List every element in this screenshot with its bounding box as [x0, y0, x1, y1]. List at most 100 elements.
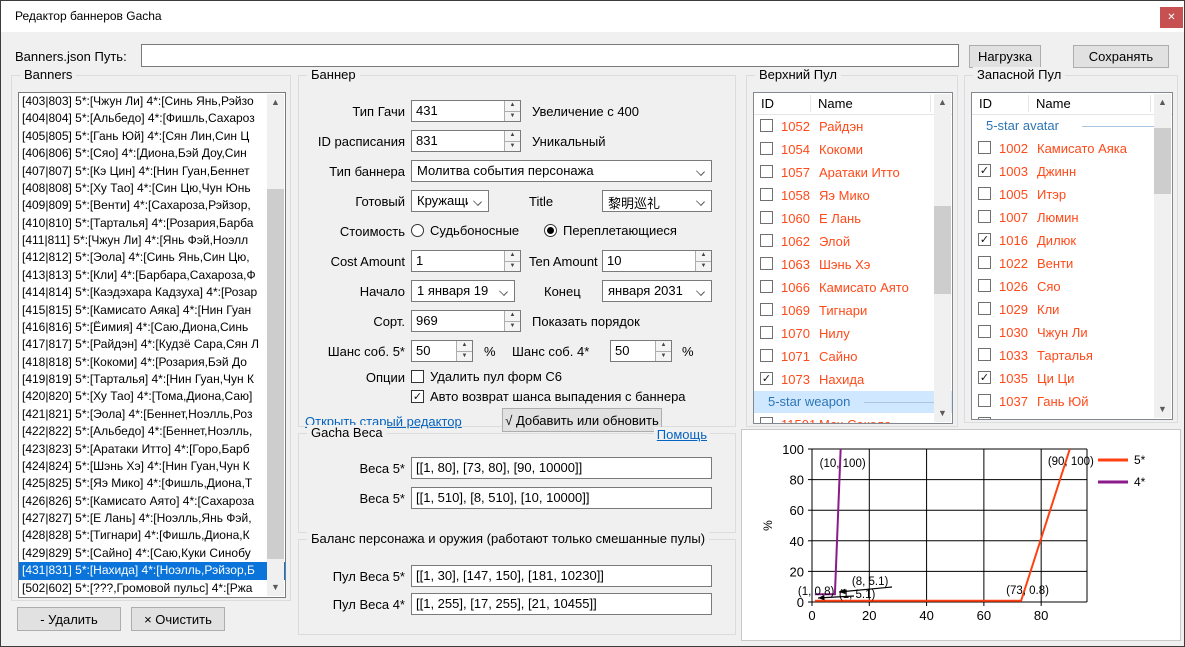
banner-list-item[interactable]: [431|831] 5*:[Нахида] 4*:[Ноэлль,Рэйзор,… — [19, 562, 285, 579]
pool-row[interactable]: 1071Сайно — [754, 345, 952, 368]
row-checkbox-icon[interactable] — [978, 302, 991, 315]
banner-list-item[interactable]: [424|824] 5*:[Шэнь Хэ] 4*:[Нин Гуан,Чун … — [19, 458, 285, 475]
banner-list-item[interactable]: [417|817] 5*:[Райдэн] 4*:[Кудзё Сара,Сян… — [19, 336, 285, 353]
row-checkbox-icon[interactable]: ✓ — [760, 372, 773, 385]
row-checkbox-icon[interactable] — [760, 326, 773, 339]
pool-row[interactable]: 1026Сяо — [972, 275, 1172, 298]
banner-list-item[interactable]: [405|805] 5*:[Гань Юй] 4*:[Сян Лин,Син Ц — [19, 128, 285, 145]
spinner-arrows-icon[interactable]: ▲▼ — [695, 251, 711, 271]
chance5-spinner[interactable]: 50 ▲▼ — [411, 340, 473, 362]
row-checkbox-icon[interactable] — [760, 142, 773, 155]
scroll-thumb[interactable] — [267, 189, 284, 559]
option-auto-return-checkbox[interactable]: ✓ Авто возврат шанса выпадения с баннера — [411, 389, 686, 404]
banner-list-item[interactable]: [409|809] 5*:[Венти] 4*:[Сахароза,Рэйзор… — [19, 197, 285, 214]
cost-amount-spinner[interactable]: 1 ▲▼ — [411, 250, 521, 272]
banner-list-item[interactable]: [421|821] 5*:[Эола] 4*:[Беннет,Ноэлль,Ро… — [19, 406, 285, 423]
row-checkbox-icon[interactable] — [760, 188, 773, 201]
scroll-thumb[interactable] — [934, 206, 951, 294]
banner-list-item[interactable]: [428|828] 5*:[Тигнари] 4*:[Фишль,Диона,К — [19, 527, 285, 544]
scroll-up-icon[interactable]: ▲ — [1154, 94, 1171, 111]
delete-banner-button[interactable]: - Удалить — [17, 607, 121, 631]
gacha-type-spinner[interactable]: 431 ▲▼ — [411, 100, 521, 122]
row-checkbox-icon[interactable] — [760, 257, 773, 270]
pool-row[interactable]: ✓1016Дилюк — [972, 229, 1172, 252]
row-checkbox-icon[interactable] — [760, 234, 773, 247]
banner-list-item[interactable]: [407|807] 5*:[Кэ Цин] 4*:[Нин Гуан,Бенне… — [19, 163, 285, 180]
spinner-arrows-icon[interactable]: ▲▼ — [504, 251, 520, 271]
spinner-arrows-icon[interactable]: ▲▼ — [504, 101, 520, 121]
load-button[interactable]: Нагрузка — [969, 45, 1041, 68]
spinner-arrows-icon[interactable]: ▲▼ — [504, 311, 520, 331]
pool-row[interactable]: 11501Меч Сокола — [754, 413, 952, 424]
pool-row[interactable]: 1062Элой — [754, 230, 952, 253]
scroll-up-icon[interactable]: ▲ — [267, 94, 284, 111]
pool-row[interactable]: ✓1073Нахида — [754, 368, 952, 391]
pool-row[interactable]: 1069Тигнари — [754, 299, 952, 322]
banner-list-item[interactable]: [416|816] 5*:[Ёимия] 4*:[Саю,Диона,Синь — [19, 319, 285, 336]
pool-row[interactable]: 1057Аратаки Итто — [754, 161, 952, 184]
clear-banners-button[interactable]: × Очистить — [131, 607, 225, 631]
pool-row[interactable]: 1054Кокоми — [754, 138, 952, 161]
pool-row[interactable]: 1029Кли — [972, 298, 1172, 321]
banner-list-item[interactable]: [403|803] 5*:[Чжун Ли] 4*:[Синь Янь,Рэйз… — [19, 93, 285, 110]
row-checkbox-icon[interactable] — [760, 119, 773, 132]
banner-list-item[interactable]: [415|815] 5*:[Камисато Аяка] 4*:[Нин Гуа… — [19, 302, 285, 319]
pool-row[interactable]: 1002Камисато Аяка — [972, 137, 1172, 160]
spinner-arrows-icon[interactable]: ▲▼ — [655, 341, 671, 361]
add-update-button[interactable]: √ Добавить или обновить — [502, 408, 662, 432]
banner-list-item[interactable]: [419|819] 5*:[Тарталья] 4*:[Нин Гуан,Чун… — [19, 371, 285, 388]
banners-scrollbar[interactable]: ▲ ▼ — [267, 94, 284, 596]
pool-header[interactable]: ID Name — [754, 93, 952, 115]
banner-list-item[interactable]: [406|806] 5*:[Сяо] 4*:[Диона,Бэй Доу,Син — [19, 145, 285, 162]
row-checkbox-icon[interactable] — [760, 165, 773, 178]
banner-list-item[interactable]: [412|812] 5*:[Эола] 4*:[Синь Янь,Син Цю, — [19, 249, 285, 266]
weights5-input[interactable]: [[1, 80], [73, 80], [90, 10000]] — [411, 457, 712, 479]
banner-list-item[interactable]: [420|820] 5*:[Ху Тао] 4*:[Тома,Диона,Саю… — [19, 388, 285, 405]
banner-list-item[interactable]: [425|825] 5*:[Яэ Мико] 4*:[Фишль,Диона,Т — [19, 475, 285, 492]
row-checkbox-icon[interactable] — [978, 348, 991, 361]
banner-type-select[interactable]: Молитва события персонажа — [411, 160, 712, 182]
pool5-input[interactable]: [[1, 30], [147, 150], [181, 10230]] — [411, 565, 712, 587]
pool-row[interactable]: 1060Е Лань — [754, 207, 952, 230]
row-checkbox-icon[interactable]: ✓ — [978, 233, 991, 246]
reserve-pool-listview[interactable]: ID Name 5-star avatar1002Камисато Аяка✓1… — [971, 92, 1173, 420]
prefab-select[interactable]: Кружащийся л — [411, 190, 489, 212]
scroll-down-icon[interactable]: ▼ — [1154, 401, 1171, 418]
banner-list-item[interactable]: [422|822] 5*:[Альбедо] 4*:[Беннет,Ноэлль… — [19, 423, 285, 440]
row-checkbox-icon[interactable] — [760, 211, 773, 224]
pool-row[interactable]: 1037Гань Юй — [972, 390, 1172, 413]
schedule-id-spinner[interactable]: 831 ▲▼ — [411, 130, 521, 152]
spinner-arrows-icon[interactable]: ▲▼ — [504, 131, 520, 151]
banner-list-item[interactable]: [423|823] 5*:[Аратаки Итто] 4*:[Горо,Бар… — [19, 441, 285, 458]
row-checkbox-icon[interactable] — [978, 256, 991, 269]
scroll-down-icon[interactable]: ▼ — [267, 579, 284, 596]
pool-row[interactable]: ✓1035Ци Ци — [972, 367, 1172, 390]
row-checkbox-icon[interactable] — [978, 210, 991, 223]
banner-list-item[interactable]: [502|602] 5*:[???,Громовой пульс] 4*:[Рж… — [19, 580, 285, 597]
row-checkbox-icon[interactable] — [978, 325, 991, 338]
banner-list-item[interactable]: [410|810] 5*:[Тарталья] 4*:[Розария,Барб… — [19, 215, 285, 232]
reserve-pool-scrollbar[interactable]: ▲ ▼ — [1154, 94, 1171, 418]
banner-list-item[interactable]: [426|826] 5*:[Камисато Аято] 4*:[Сахароз… — [19, 493, 285, 510]
row-checkbox-icon[interactable] — [760, 303, 773, 316]
pool-row[interactable]: 1005Итэр — [972, 183, 1172, 206]
banner-list-item[interactable]: [427|827] 5*:[Е Лань] 4*:[Ноэлль,Янь Фэй… — [19, 510, 285, 527]
radio-fate[interactable]: Судьбоносные — [411, 223, 519, 238]
row-checkbox-icon[interactable] — [978, 279, 991, 292]
begin-date-picker[interactable]: 1 января 19 — [411, 280, 515, 302]
chance4-spinner[interactable]: 50 ▲▼ — [610, 340, 672, 362]
spinner-arrows-icon[interactable]: ▲▼ — [456, 341, 472, 361]
scroll-up-icon[interactable]: ▲ — [934, 94, 951, 111]
banner-list-item[interactable]: [408|808] 5*:[Ху Тао] 4*:[Син Цю,Чун Юнь — [19, 180, 285, 197]
row-checkbox-icon[interactable] — [760, 280, 773, 293]
banner-list-item[interactable]: [414|814] 5*:[Каэдэхара Кадзуха] 4*:[Роз… — [19, 284, 285, 301]
title-select[interactable]: 黎明巡礼 — [602, 190, 712, 212]
pool-row[interactable]: 1033Тарталья — [972, 344, 1172, 367]
radio-intertwined[interactable]: Переплетающиеся — [544, 223, 677, 238]
close-button[interactable]: ✕ — [1160, 7, 1183, 28]
pool-header[interactable]: ID Name — [972, 93, 1172, 115]
row-checkbox-icon[interactable] — [760, 417, 773, 424]
pool-row[interactable]: 1022Венти — [972, 252, 1172, 275]
banner-list-item[interactable]: [429|829] 5*:[Сайно] 4*:[Саю,Куки Синобу — [19, 545, 285, 562]
help-link[interactable]: Помощь — [654, 427, 710, 442]
